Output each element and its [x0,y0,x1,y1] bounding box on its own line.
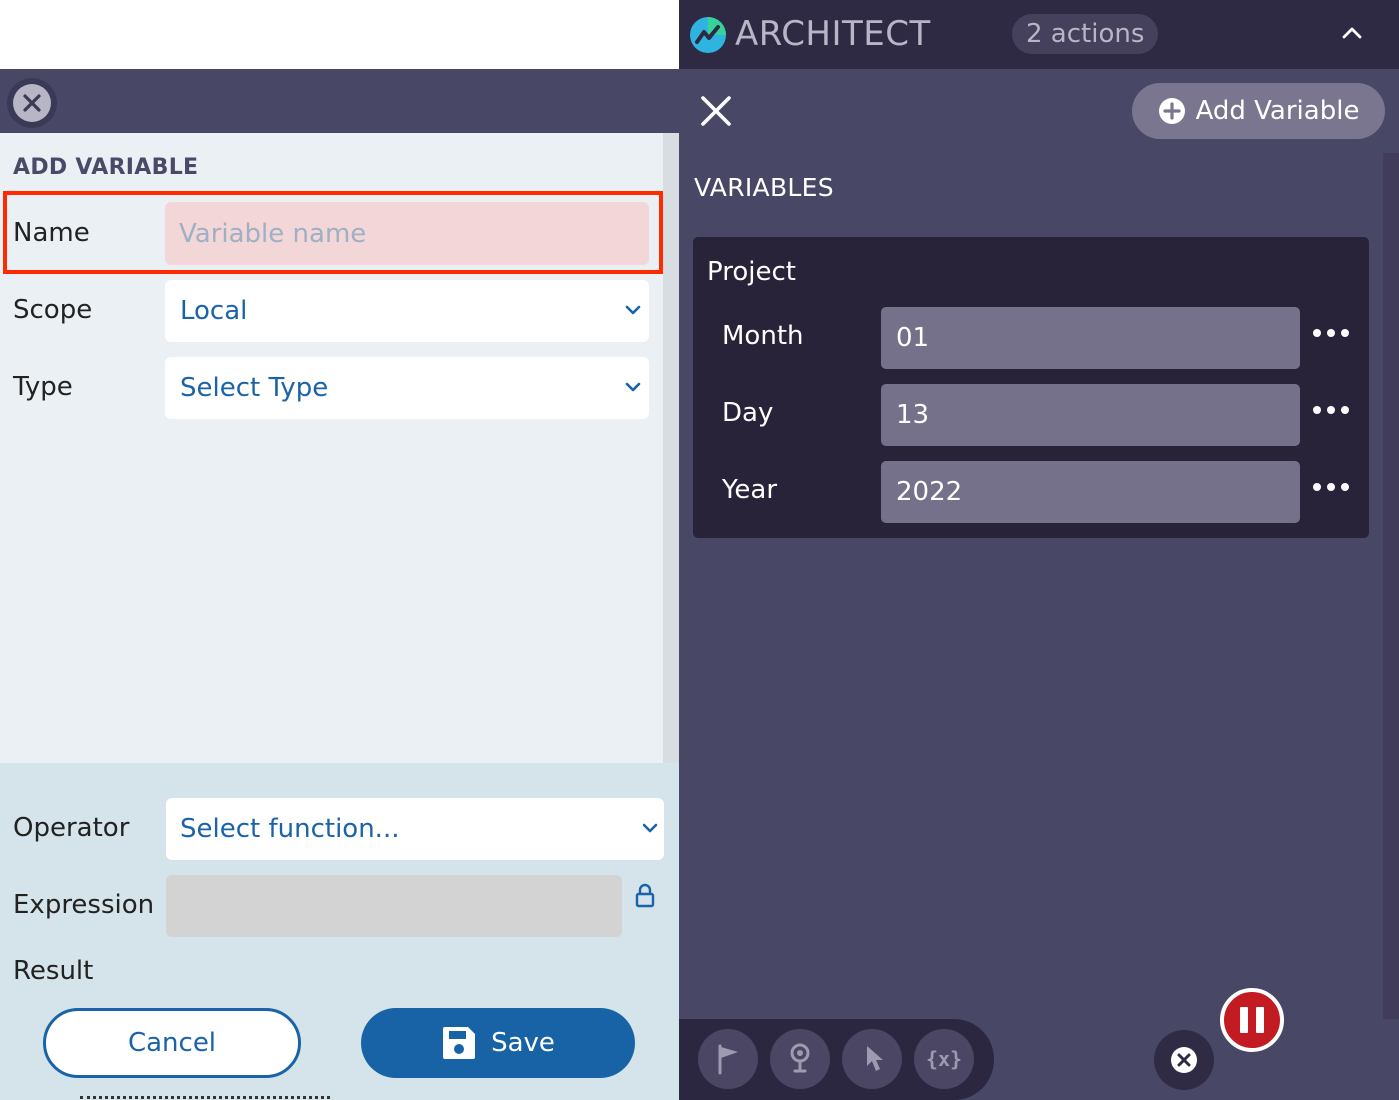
save-label: Save [491,1028,555,1058]
stop-button[interactable] [1154,1030,1214,1090]
more-icon[interactable] [1313,321,1349,345]
variables-scrollbar[interactable] [1383,153,1399,1019]
expression-label: Expression [13,890,155,920]
variable-label: Month [722,321,804,351]
pin-tool-button[interactable] [770,1029,830,1089]
plus-circle-icon [1158,98,1185,124]
chevron-down-icon [625,382,641,392]
operator-value: Select function... [180,814,400,844]
app-title: ARCHITECT [735,14,931,54]
close-circle-icon [1171,1047,1197,1073]
add-variable-header [0,69,679,133]
pause-icon [1240,1007,1248,1033]
pointer-icon [867,1046,883,1071]
pointer-tool-button[interactable] [842,1029,902,1089]
variable-value[interactable]: 01 [881,307,1300,369]
more-icon[interactable] [1313,475,1349,499]
expression-section: Operator Select function... Expression R… [0,763,679,1100]
result-label: Result [13,956,94,986]
section-title: ADD VARIABLE [13,155,199,180]
variables-panel: Add Variable VARIABLES Project Month 01 … [679,69,1399,1019]
actions-count: 2 actions [1026,19,1145,49]
variables-title: VARIABLES [694,173,834,202]
type-select[interactable]: Select Type [165,357,649,419]
close-add-variable-button[interactable] [7,78,57,128]
variable-name-input[interactable] [165,202,649,265]
actions-count-badge[interactable]: 2 actions [1012,14,1159,54]
name-label: Name [13,218,90,248]
pin-icon [790,1043,810,1073]
type-value: Select Type [180,373,329,403]
close-icon[interactable] [699,94,733,128]
variable-label: Year [722,475,778,505]
project-variables-card: Project Month 01 Day 13 Year 2022 [693,237,1369,538]
variable-label: Day [722,398,774,428]
operator-select[interactable]: Select function... [166,798,664,860]
variable-row-year: Year 2022 [693,461,1369,523]
architect-top-bar: ARCHITECT 2 actions [679,0,1399,69]
pause-button-wrap [1215,983,1289,1057]
save-icon [443,1027,476,1059]
more-icon[interactable] [1313,398,1349,422]
cancel-label: Cancel [127,1028,217,1058]
variable-value[interactable]: 13 [881,384,1300,446]
flag-icon [718,1044,738,1075]
variable-icon: {x} [925,1047,963,1071]
expression-input [166,875,622,937]
close-icon [23,94,41,112]
chevron-down-icon [642,823,658,833]
add-variable-button[interactable]: Add Variable [1132,83,1385,139]
chevron-up-icon[interactable] [1341,22,1363,44]
flag-tool-button[interactable] [698,1029,758,1089]
logo-icon [690,17,726,53]
add-variable-label: Add Variable [1195,96,1360,126]
variable-row-month: Month 01 [693,307,1369,369]
add-variable-panel: ADD VARIABLE Name Scope Local Type Selec… [0,69,679,1100]
lock-icon[interactable] [634,883,656,909]
variable-tool-button[interactable]: {x} [914,1029,974,1089]
project-name: Project [707,257,796,287]
variable-row-day: Day 13 [693,384,1369,446]
scope-value: Local [180,296,248,326]
scope-select[interactable]: Local [165,280,649,342]
chevron-down-icon [625,305,641,315]
form-scrollbar[interactable] [663,133,679,763]
variable-value[interactable]: 2022 [881,461,1300,523]
tool-toolbar: {x} [679,1019,994,1100]
scope-label: Scope [13,295,93,325]
type-label: Type [13,372,73,402]
cancel-button[interactable]: Cancel [43,1008,301,1078]
underlying-page-fragment [80,1096,330,1100]
pause-button[interactable] [1220,988,1284,1052]
save-button[interactable]: Save [361,1008,635,1078]
operator-label: Operator [13,813,130,843]
